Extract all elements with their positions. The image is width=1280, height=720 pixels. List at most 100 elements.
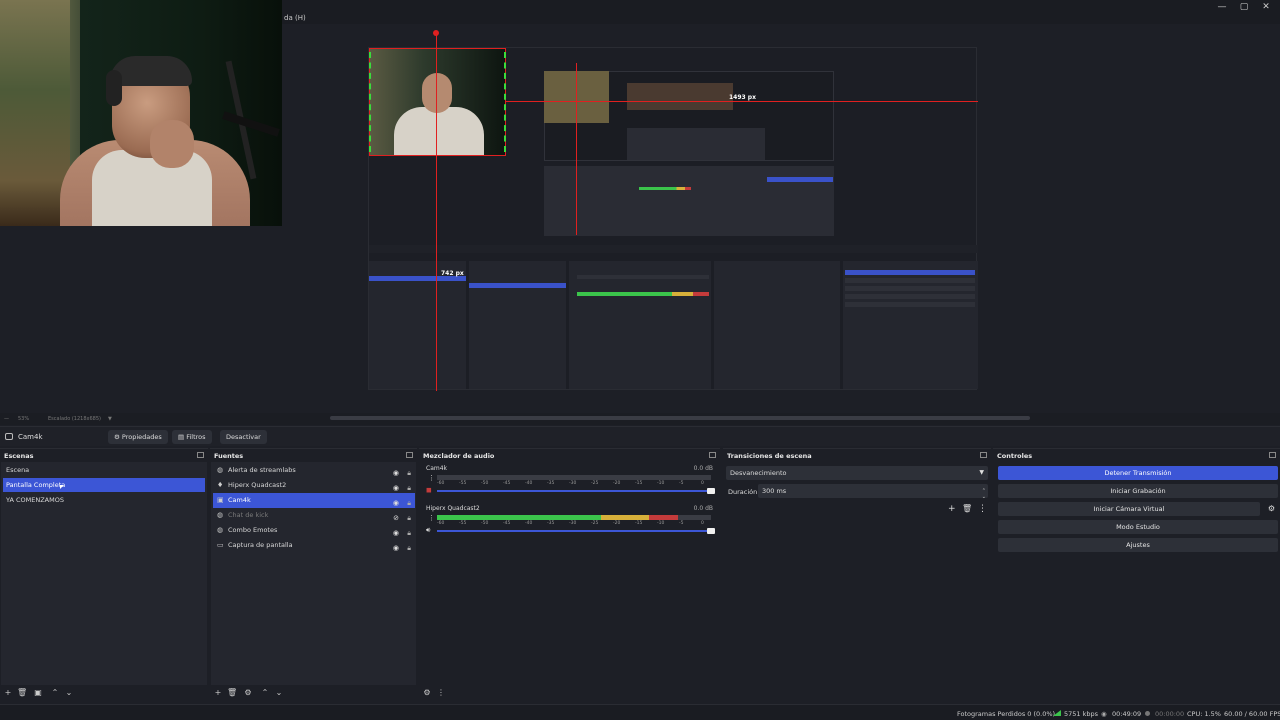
- gear-icon[interactable]: ⚙: [243, 688, 253, 697]
- volume-meter: [437, 515, 711, 520]
- trash-icon[interactable]: 🗑: [962, 504, 972, 513]
- source-item-combo-emotes[interactable]: ◍ Combo Emotes ◉ 🔒︎: [213, 523, 415, 538]
- sources-list: ◍ Alerta de streamlabs ◉ 🔒︎ ♦ Hiperx Qua…: [211, 462, 416, 685]
- speaker-icon[interactable]: 🔊︎: [426, 526, 430, 535]
- filters-button[interactable]: ▤ Filtros: [172, 430, 212, 444]
- duration-input[interactable]: 300 ms ⌃ ⌄: [758, 484, 988, 500]
- transition-select[interactable]: Desvanecimiento ▼: [726, 466, 988, 480]
- horizontal-scrollbar[interactable]: [330, 416, 1030, 420]
- chevron-up-icon[interactable]: ⌃: [260, 688, 270, 697]
- mixer-channel-cam4k: Cam4k 0.0 dB ⋮ -60 -55 -50 -45 -40 -35 -30 -25-…: [423, 465, 715, 501]
- scaling-label[interactable]: Escalado (1218x685): [48, 416, 101, 422]
- rotation-handle[interactable]: [433, 30, 439, 36]
- nested-transitions-dock: [714, 261, 840, 389]
- studio-mode-button[interactable]: Modo Estudio: [998, 520, 1278, 534]
- filter-icon[interactable]: ▣: [33, 688, 43, 697]
- volume-slider-knob[interactable]: [707, 528, 715, 534]
- close-button[interactable]: ✕: [1256, 1, 1276, 13]
- source-item-alerta[interactable]: ◍ Alerta de streamlabs ◉ 🔒︎: [213, 463, 415, 478]
- record-time: 00:00:00: [1155, 710, 1185, 718]
- volume-slider[interactable]: [437, 530, 709, 532]
- audio-mixer-dock: Mezclador de audio Cam4k 0.0 dB ⋮ -60 -55…: [419, 448, 720, 701]
- kebab-menu-icon[interactable]: ⋮: [428, 514, 435, 522]
- source-item-hiperx[interactable]: ♦ Hiperx Quadcast2 ◉ 🔒︎: [213, 478, 415, 493]
- volume-meter-fill: [437, 515, 679, 520]
- dock-float-icon[interactable]: [197, 452, 204, 458]
- nested-ctrl-3: [845, 286, 975, 291]
- kebab-menu-icon[interactable]: ⋮: [428, 474, 435, 482]
- nested-mixer-meter-empty: [577, 275, 709, 279]
- mouse-cursor: [60, 485, 64, 489]
- properties-button[interactable]: ⚙ Propiedades: [108, 430, 168, 444]
- lock-icon[interactable]: 🔒︎: [407, 541, 411, 556]
- volume-slider-knob[interactable]: [707, 488, 715, 494]
- chevron-down-icon[interactable]: ▼: [108, 416, 112, 422]
- nested-ctrl-5: [845, 302, 975, 307]
- chevron-down-icon[interactable]: ⌄: [274, 688, 284, 697]
- meter-tick-label: -30: [569, 481, 577, 486]
- meter-ticks: -60 -55 -50 -45 -40 -35 -30 -25 -20 -15 -10 -5 0: [437, 521, 711, 527]
- source-label: Chat de kick: [228, 511, 269, 519]
- dock-float-icon[interactable]: [709, 452, 716, 458]
- dock-float-icon[interactable]: [406, 452, 413, 458]
- controls-body: Detener Transmisión Iniciar Grabación In…: [994, 462, 1279, 685]
- scene-item-pantalla-completa[interactable]: Pantalla Completa: [3, 478, 205, 492]
- meter-tick-label: -20: [613, 521, 621, 526]
- add-icon[interactable]: +: [213, 688, 223, 697]
- record-icon: [1145, 711, 1150, 716]
- trash-icon[interactable]: 🗑: [17, 688, 27, 697]
- preview-webcam-source[interactable]: [369, 48, 506, 156]
- dock-float-icon[interactable]: [1269, 452, 1276, 458]
- broadcast-icon: ◉: [1101, 710, 1107, 718]
- start-recording-button[interactable]: Iniciar Grabación: [998, 484, 1278, 498]
- chevron-up-icon[interactable]: ⌃: [50, 688, 60, 697]
- kebab-menu-icon[interactable]: ⋮: [436, 688, 446, 697]
- trash-icon[interactable]: 🗑: [227, 688, 237, 697]
- volume-slider[interactable]: [437, 490, 709, 492]
- sources-footer: + 🗑 ⚙ ⌃ ⌄: [210, 685, 417, 701]
- dock-float-icon[interactable]: [980, 452, 987, 458]
- scene-item-ya-comenzamos[interactable]: YA COMENZAMOS: [3, 493, 205, 507]
- channel-name: Hiperx Quadcast2: [426, 505, 480, 512]
- start-virtual-camera-button[interactable]: Iniciar Cámara Virtual: [998, 502, 1260, 516]
- settings-button[interactable]: Ajustes: [998, 538, 1278, 552]
- zoom-out-icon[interactable]: —: [4, 416, 9, 422]
- sources-title: Fuentes: [214, 452, 244, 460]
- speaker-muted-icon[interactable]: ◼: [426, 486, 432, 494]
- deactivate-button[interactable]: Desactivar: [220, 430, 267, 444]
- menu-item-help[interactable]: da (H): [284, 14, 306, 22]
- meter-tick-label: -5: [679, 521, 684, 526]
- source-item-chat-kick[interactable]: ◍ Chat de kick ⊘ 🔒︎: [213, 508, 415, 523]
- chevron-down-icon[interactable]: ⌄: [64, 688, 74, 697]
- source-item-cam4k[interactable]: ▣ Cam4k ◉ 🔒︎: [213, 493, 415, 508]
- add-icon[interactable]: +: [3, 688, 13, 697]
- add-icon[interactable]: +: [948, 504, 956, 514]
- scene-item-escena[interactable]: Escena: [3, 463, 205, 477]
- gear-icon[interactable]: ⚙: [1268, 504, 1275, 513]
- zoom-level[interactable]: 53%: [18, 416, 29, 422]
- source-label: Captura de pantalla: [228, 541, 293, 549]
- selected-source-name: Cam4k: [18, 433, 43, 441]
- channel-name: Cam4k: [426, 465, 448, 472]
- duration-label: Duración: [728, 488, 758, 496]
- meter-tick-label: -15: [635, 521, 643, 526]
- nested-source-selected: [469, 283, 566, 288]
- eye-icon[interactable]: ◉: [393, 541, 399, 556]
- globe-icon: ◍: [217, 466, 224, 474]
- sources-dock: Fuentes ◍ Alerta de streamlabs ◉ 🔒︎ ♦ Hi…: [210, 448, 417, 701]
- stop-streaming-button[interactable]: Detener Transmisión: [998, 466, 1278, 480]
- spin-down-icon[interactable]: ⌄: [982, 490, 986, 504]
- source-item-captura[interactable]: ▭ Captura de pantalla ◉ 🔒︎: [213, 538, 415, 553]
- gear-icon[interactable]: ⚙: [422, 688, 432, 697]
- guide-bottom: [369, 155, 506, 156]
- maximize-button[interactable]: ▢: [1234, 1, 1254, 13]
- meter-tick-label: -55: [459, 521, 467, 526]
- scenes-dock: Escenas Escena Pantalla Completa YA COME…: [0, 448, 208, 701]
- channel-db: 0.0 dB: [693, 465, 713, 472]
- transitions-body: Desvanecimiento ▼ Duración 300 ms ⌃ ⌄ + …: [724, 462, 990, 685]
- guide-horizontal: [506, 101, 978, 102]
- kebab-menu-icon[interactable]: ⋮: [978, 504, 987, 514]
- program-preview[interactable]: 1493 px 742 px: [368, 34, 978, 391]
- minimize-button[interactable]: —: [1212, 1, 1232, 13]
- nested-ui: [627, 128, 765, 160]
